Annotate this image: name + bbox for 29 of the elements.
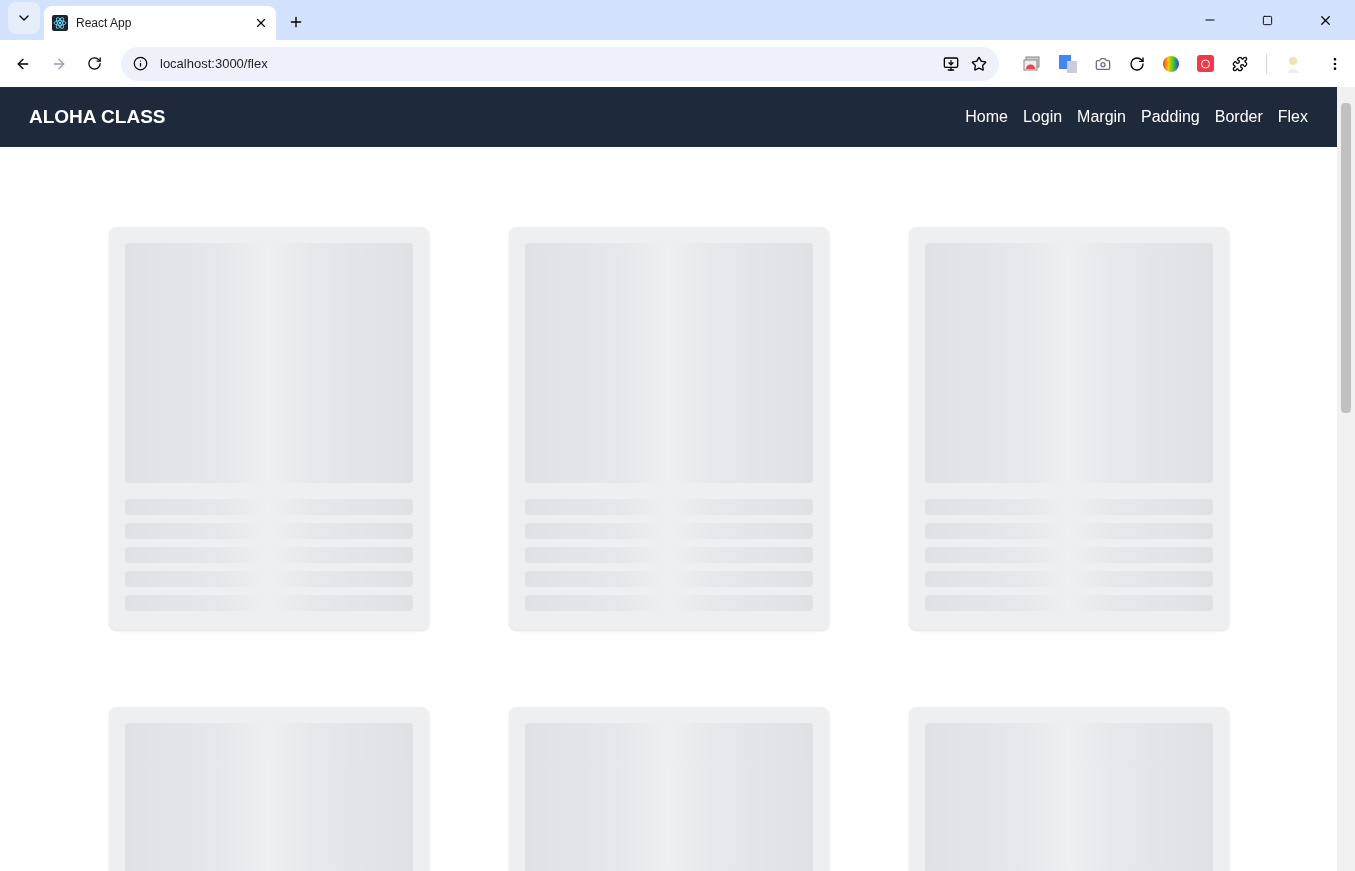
nav-link[interactable]: Flex (1277, 105, 1308, 129)
nav-link[interactable]: Login (1022, 105, 1063, 129)
scrollbar[interactable] (1337, 87, 1355, 871)
extensions-icon[interactable] (1232, 55, 1248, 72)
new-tab-icon[interactable] (288, 14, 304, 30)
install-icon[interactable] (943, 55, 959, 72)
scrollbar-thumb[interactable] (1341, 103, 1351, 413)
reload-icon[interactable] (87, 56, 102, 71)
calendar-extension-icon[interactable] (1197, 55, 1214, 72)
address-bar[interactable]: localhost:3000/flex (121, 46, 999, 81)
sync-icon[interactable] (1129, 55, 1145, 72)
close-icon[interactable] (254, 16, 268, 30)
brand-title: ALOHA CLASS (29, 104, 166, 129)
nav-link[interactable]: Border (1214, 105, 1263, 129)
url-text: localhost:3000/flex (160, 54, 269, 73)
extension-icon[interactable] (1023, 55, 1041, 72)
translate-icon[interactable] (1059, 54, 1077, 73)
tab-search-button[interactable] (8, 2, 40, 34)
camera-icon[interactable] (1095, 55, 1111, 72)
nav-link[interactable]: Margin (1077, 105, 1126, 129)
maximize-icon[interactable] (1262, 14, 1273, 26)
tab-title: React App (76, 15, 133, 32)
nav-link[interactable]: Home (965, 105, 1008, 129)
color-wheel-icon[interactable] (1163, 55, 1179, 72)
nav-link[interactable]: Padding (1141, 105, 1200, 129)
atom-icon (52, 15, 68, 31)
browser-tab[interactable]: React App (44, 6, 276, 40)
bookmark-star-icon[interactable] (971, 55, 987, 72)
info-icon[interactable] (133, 56, 148, 71)
